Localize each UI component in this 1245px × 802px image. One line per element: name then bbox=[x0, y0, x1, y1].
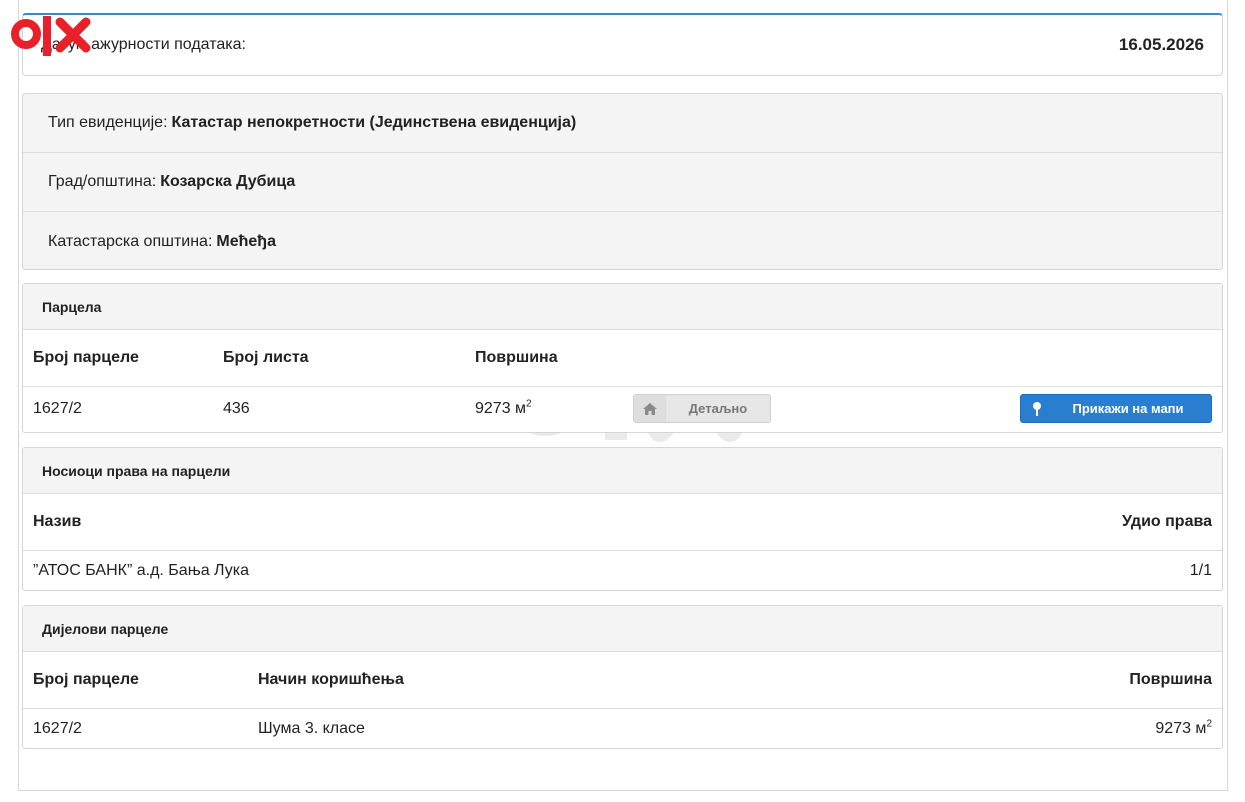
parcel-area: 9273 м2 bbox=[475, 398, 532, 417]
header-sheet-number: Број листа bbox=[223, 349, 309, 366]
cadastral-row: Катастарска општина: Мећеђа bbox=[23, 212, 1222, 271]
header-parcel-number: Број парцеле bbox=[33, 349, 139, 366]
parcel-number: 1627/2 bbox=[33, 399, 82, 417]
part-area: 9273 м2 bbox=[1155, 718, 1212, 737]
header-part-number: Број парцеле bbox=[33, 671, 139, 688]
parts-table-header: Број парцеле Начин коришћења Површина bbox=[23, 652, 1222, 709]
record-type-label: Тип евиденције: bbox=[48, 114, 168, 131]
header-area: Површина bbox=[475, 349, 558, 366]
cadastral-label: Катастарска општина: bbox=[48, 232, 213, 250]
parcel-parts-title: Дијелови парцеле bbox=[23, 606, 1222, 652]
part-usage: Шума 3. класе bbox=[258, 719, 365, 737]
sheet-number: 436 bbox=[223, 399, 250, 417]
city-label: Град/општина: bbox=[48, 173, 157, 190]
show-on-map-label: Прикажи на мапи bbox=[1072, 401, 1184, 416]
record-info-box: Тип евиденције: Катастар непокретности (… bbox=[22, 93, 1223, 270]
olx-logo[interactable] bbox=[10, 12, 94, 58]
cadastral-value: Мећеђа bbox=[216, 232, 276, 250]
header-usage: Начин коришћења bbox=[258, 671, 404, 688]
parcel-parts-panel: Дијелови парцеле Број парцеле Начин кори… bbox=[22, 605, 1223, 749]
record-type-value: Катастар непокретности (Јединствена евид… bbox=[171, 114, 577, 131]
record-type-row: Тип евиденције: Катастар непокретности (… bbox=[23, 94, 1222, 153]
city-row: Град/општина: Козарска Дубица bbox=[23, 153, 1222, 212]
holder-share: 1/1 bbox=[1189, 561, 1212, 579]
table-row: 1627/2 Шума 3. класе 9273 м2 bbox=[23, 709, 1222, 748]
parcel-panel-title: Парцела bbox=[23, 284, 1222, 330]
table-row: ”АТОС БАНК” а.д. Бања Лука 1/1 bbox=[23, 551, 1222, 590]
part-number: 1627/2 bbox=[33, 719, 82, 737]
rights-holders-panel: Носиоци права на парцели Назив Удио прав… bbox=[22, 447, 1223, 591]
table-row: 1627/2 436 9273 м2 Детаљно Прикажи на ма… bbox=[23, 387, 1222, 430]
map-pin-icon bbox=[1021, 395, 1053, 422]
rights-table-header: Назив Удио права bbox=[23, 494, 1222, 551]
update-date-value: 16.05.2026 bbox=[1118, 35, 1204, 54]
parcel-panel: Парцела Број парцеле Број листа Површина… bbox=[22, 283, 1223, 433]
header-share: Удио права bbox=[1121, 513, 1212, 530]
detail-button-label: Детаљно bbox=[688, 401, 748, 416]
header-part-area: Површина bbox=[1129, 671, 1212, 688]
city-value: Козарска Дубица bbox=[160, 173, 296, 190]
update-date-box: Датум ажурности података: 16.05.2026 bbox=[22, 13, 1223, 76]
rights-holders-title: Носиоци права на парцели bbox=[23, 448, 1222, 494]
parcel-table-header: Број парцеле Број листа Површина bbox=[23, 330, 1222, 387]
header-name: Назив bbox=[33, 513, 82, 530]
holder-name: ”АТОС БАНК” а.д. Бања Лука bbox=[33, 561, 249, 579]
detail-button[interactable]: Детаљно bbox=[633, 394, 771, 423]
home-icon bbox=[634, 395, 666, 422]
show-on-map-button[interactable]: Прикажи на мапи bbox=[1020, 394, 1212, 423]
